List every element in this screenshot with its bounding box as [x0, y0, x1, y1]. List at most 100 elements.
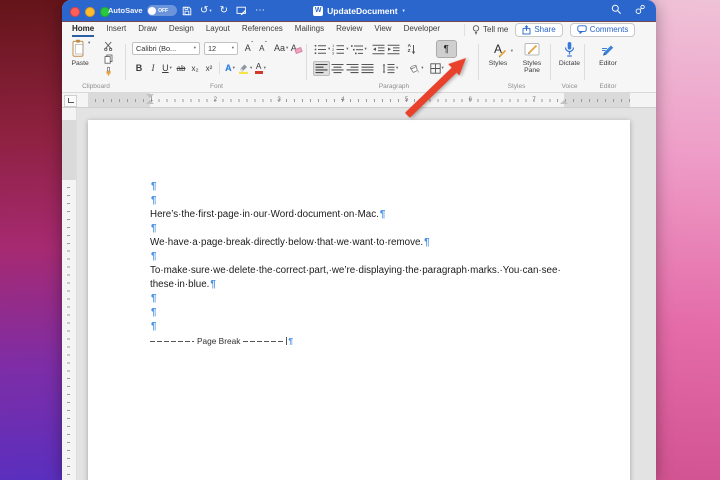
sort-button[interactable]: AZ — [406, 41, 418, 57]
paste-button[interactable]: ▾ Paste — [70, 39, 90, 67]
minimize-window-button[interactable] — [85, 6, 95, 17]
comments-button[interactable]: Comments — [569, 22, 636, 37]
tab-developer[interactable]: Developer — [404, 22, 440, 37]
document-page[interactable]: ¶ ¶ Here’s·the·first·page·in·our·Word·docu… — [88, 120, 630, 480]
close-window-button[interactable] — [70, 6, 80, 17]
share-icon — [522, 24, 531, 34]
tab-home[interactable]: Home — [72, 22, 95, 37]
grow-font-button[interactable]: Aˆ — [243, 40, 255, 56]
tab-selector[interactable] — [64, 94, 77, 107]
editor-button[interactable]: Editor — [594, 39, 622, 67]
tab-draw[interactable]: Draw — [138, 22, 157, 37]
styles-pane-button[interactable]: Styles Pane — [516, 39, 548, 74]
font-group-label: Font — [209, 83, 223, 90]
align-right-button[interactable] — [346, 60, 359, 76]
tab-review[interactable]: Review — [336, 22, 362, 37]
text-line: Here’s·the·first·page·in·our·Word·docume… — [150, 208, 561, 222]
font-size-select[interactable]: 12 ▾ — [204, 41, 238, 55]
justify-button[interactable] — [361, 60, 374, 76]
redo-icon[interactable]: ↻ — [220, 5, 228, 16]
paste-chevron-down-icon[interactable]: ▾ — [88, 39, 90, 46]
ruler-number: 4 — [341, 96, 345, 103]
styles-button[interactable]: A ▾ Styles — [484, 39, 513, 74]
decrease-indent-button[interactable] — [372, 41, 385, 57]
more-commands-icon[interactable]: ⋯ — [255, 5, 265, 16]
format-painter-icon[interactable] — [104, 67, 113, 77]
italic-button[interactable]: I — [147, 60, 159, 76]
subscript-button[interactable]: x₂ — [189, 60, 201, 76]
word-window: AutoSave OFF ↺ ▾ ↻ ⋯ W UpdateDocument ▾ — [62, 0, 656, 480]
search-icon[interactable] — [611, 4, 622, 15]
caret-up-icon: ˇ — [264, 42, 267, 48]
title-chevron-down-icon[interactable]: ▾ — [403, 8, 405, 14]
text-effects-button[interactable]: A ▾ — [224, 60, 236, 76]
left-indent-marker[interactable] — [146, 100, 154, 104]
tab-mailings[interactable]: Mailings — [295, 22, 324, 37]
tab-insert[interactable]: Insert — [106, 22, 126, 37]
highlight-color-button[interactable]: ▾ — [238, 60, 252, 76]
increase-indent-button[interactable] — [387, 41, 400, 57]
share-button[interactable]: Share — [515, 22, 563, 37]
show-paragraph-marks-button[interactable]: ¶ — [435, 40, 457, 58]
line-spacing-button[interactable]: ▾ — [382, 60, 398, 76]
ruler-ticks — [88, 99, 630, 102]
tab-design[interactable]: Design — [169, 22, 194, 37]
dictate-button[interactable]: Dictate — [556, 39, 583, 67]
chevron-down-icon[interactable]: ▾ — [209, 8, 211, 14]
traffic-lights — [70, 6, 110, 17]
shading-button[interactable]: ▾ — [408, 60, 424, 76]
clear-formatting-button[interactable]: A — [290, 40, 303, 56]
bullet-list-icon — [314, 44, 326, 54]
tell-me-button[interactable]: Tell me — [464, 23, 508, 36]
titlebar: AutoSave OFF ↺ ▾ ↻ ⋯ W UpdateDocument ▾ — [62, 0, 656, 22]
superscript-button[interactable]: x² — [203, 60, 215, 76]
font-color-button[interactable]: A ▾ — [254, 60, 266, 76]
paint-bucket-icon — [410, 64, 420, 73]
line-text: Here’s·the·first·page·in·our·Word·docume… — [150, 209, 379, 220]
tab-layout[interactable]: Layout — [206, 22, 230, 37]
ribbon-tabs: Home Insert Draw Design Layout References Mail… — [62, 22, 656, 37]
numbering-button[interactable]: 123 ▾ — [332, 41, 348, 57]
clipboard-group: ▾ Paste Clipboard — [66, 37, 126, 92]
lightbulb-icon — [472, 24, 480, 34]
tab-stop-icon — [67, 98, 74, 103]
shrink-font-button[interactable]: Aˇ — [257, 40, 269, 56]
empty-paragraph-line: ¶ — [150, 292, 561, 306]
styles-group-label: Styles — [507, 83, 526, 90]
align-center-button[interactable] — [331, 60, 344, 76]
font-family-select[interactable]: Calibri (Bo... ▾ — [132, 41, 200, 55]
bullets-button[interactable]: ▾ — [314, 41, 330, 57]
copy-icon[interactable] — [104, 54, 113, 64]
empty-paragraph-line: ¶ — [150, 180, 561, 194]
vertical-ruler[interactable] — [62, 108, 77, 480]
right-indent-marker[interactable] — [560, 100, 568, 104]
change-case-button[interactable]: Aa ▾ — [274, 40, 288, 56]
tab-references[interactable]: References — [242, 22, 283, 37]
autosave-label: AutoSave — [108, 6, 143, 15]
empty-paragraph-line: ¶ — [150, 250, 561, 264]
strikethrough-button[interactable]: ab — [175, 60, 187, 76]
dictate-label: Dictate — [558, 60, 581, 67]
multilevel-list-button[interactable]: ▾ — [350, 41, 367, 57]
underline-button[interactable]: U ▾ — [161, 60, 173, 76]
align-center-icon — [331, 63, 344, 73]
align-left-button[interactable] — [313, 60, 330, 76]
align-right-icon — [346, 63, 359, 73]
autosave-toggle[interactable]: OFF — [146, 5, 177, 16]
undo-button[interactable]: ↺ ▾ — [200, 5, 212, 16]
tab-view[interactable]: View — [374, 22, 391, 37]
save-icon[interactable] — [182, 6, 192, 16]
quick-access-toolbar: ↺ ▾ ↻ ⋯ — [182, 3, 265, 18]
comment-icon — [577, 25, 587, 34]
styles-pane-label-line1: Styles — [522, 60, 542, 67]
chevron-down-icon: ▾ — [286, 45, 289, 50]
font-size-value: 12 — [208, 43, 217, 53]
cut-icon[interactable] — [104, 41, 113, 51]
print-icon[interactable] — [236, 6, 247, 16]
share-link-icon[interactable] — [635, 4, 646, 15]
horizontal-ruler[interactable]: 1234567 — [62, 93, 656, 108]
styles-label: Styles — [488, 60, 508, 67]
first-line-indent-marker[interactable] — [146, 94, 154, 98]
bold-button[interactable]: B — [133, 60, 145, 76]
desktop-wallpaper-left — [0, 0, 70, 480]
